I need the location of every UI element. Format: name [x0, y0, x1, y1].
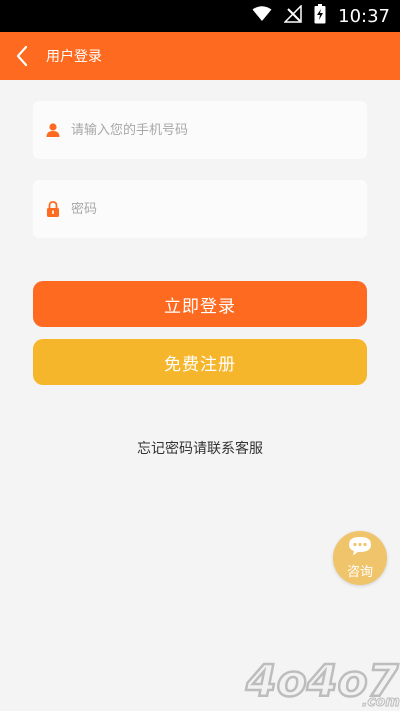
- login-button[interactable]: 立即登录: [33, 281, 367, 327]
- consult-label: 咨询: [346, 565, 373, 580]
- consult-button[interactable]: 咨询: [333, 531, 387, 585]
- no-signal-icon: [283, 4, 302, 27]
- battery-charging-icon: [314, 4, 326, 28]
- lock-icon: [43, 199, 63, 219]
- header-bar: 用户登录: [0, 32, 400, 80]
- status-icons: 10:37: [252, 4, 390, 28]
- password-input[interactable]: [71, 201, 351, 217]
- phone-field[interactable]: [33, 101, 367, 159]
- status-time: 10:37: [338, 5, 390, 27]
- status-bar: 10:37: [0, 0, 400, 32]
- register-button[interactable]: 免费注册: [33, 339, 367, 385]
- watermark-suffix: .com: [362, 694, 400, 710]
- user-icon: [43, 120, 63, 140]
- page-title: 用户登录: [46, 49, 102, 65]
- chat-bubble-icon: [348, 536, 372, 560]
- phone-input[interactable]: [71, 122, 351, 138]
- forgot-password-text: 忘记密码请联系客服: [137, 441, 263, 457]
- password-field[interactable]: [33, 180, 367, 238]
- watermark-logo: 4o4o7 .com: [244, 655, 400, 711]
- wifi-icon: [252, 6, 272, 26]
- chevron-left-icon[interactable]: [0, 32, 44, 80]
